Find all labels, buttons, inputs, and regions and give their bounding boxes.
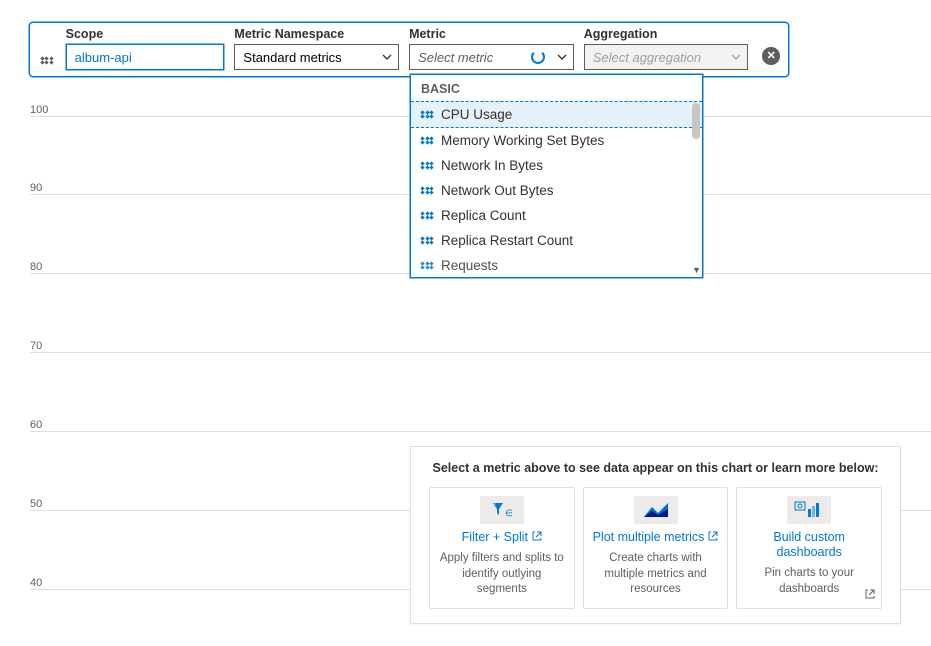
card-title: Filter + Split [462,530,542,545]
dropdown-item[interactable]: Network Out Bytes [411,178,702,203]
dropdown-section-header: BASIC [411,75,702,101]
remove-metric-button[interactable]: ✕ [762,47,780,65]
dropdown-item-label: Memory Working Set Bytes [441,133,604,148]
metric-namespace-selector[interactable]: Standard metrics [234,44,399,70]
card-desc: Pin charts to your dashboards [745,566,873,597]
series-icon [38,57,56,65]
scope-label: Scope [66,27,225,41]
dropdown-item[interactable]: Memory Working Set Bytes [411,128,702,153]
chevron-down-icon [731,52,741,62]
scope-value: album-api [75,50,132,65]
y-axis-tick-label: 50 [30,498,42,510]
card-title: Build custom dashboards [745,530,873,560]
card-title: Plot multiple metrics [593,530,719,545]
loading-spinner-icon [531,50,545,64]
y-axis-tick-label: 80 [30,261,42,273]
card-desc: Apply filters and splits to identify out… [438,551,566,598]
metric-icon [421,162,433,170]
dropdown-item[interactable]: Network In Bytes [411,153,702,178]
dropdown-item-label: Replica Count [441,208,526,223]
chart-icon [634,496,678,524]
aggregation-label: Aggregation [584,27,749,41]
dropdown-item[interactable]: Replica Restart Count [411,228,702,253]
dash-icon [787,496,831,524]
external-link-icon [865,589,875,602]
dropdown-item[interactable]: Requests [411,253,702,277]
y-axis-tick-label: 100 [30,104,48,116]
hint-panel: Select a metric above to see data appear… [410,446,901,624]
y-axis-tick-label: 40 [30,577,42,589]
chevron-down-icon [557,52,567,62]
scrollbar-thumb[interactable] [692,103,700,139]
y-axis-tick-label: 90 [30,182,42,194]
namespace-value: Standard metrics [243,50,341,65]
gridline [30,352,931,353]
hint-card[interactable]: Plot multiple metrics Create charts with … [583,487,729,609]
hint-title: Select a metric above to see data appear… [429,461,882,475]
y-axis-tick-label: 60 [30,419,42,431]
dropdown-item-label: Requests [441,258,498,273]
metric-label: Metric [409,27,574,41]
hint-card[interactable]: ∈ Filter + Split Apply filters and splits … [429,487,575,609]
metric-selector[interactable]: Select metric [409,44,574,70]
metric-icon [421,212,433,220]
metric-namespace-label: Metric Namespace [234,27,399,41]
filter-icon: ∈ [480,496,524,524]
scope-selector[interactable]: album-api [66,44,225,70]
dropdown-item-label: Network In Bytes [441,158,543,173]
dropdown-item[interactable]: Replica Count [411,203,702,228]
metric-icon [421,262,433,270]
aggregation-selector: Select aggregation [584,44,749,70]
svg-text:∈: ∈ [505,508,513,518]
dropdown-item-label: CPU Usage [441,107,512,122]
scrollbar-track[interactable] [692,103,700,275]
metric-placeholder: Select metric [418,50,493,65]
metric-icon [421,111,433,119]
external-link-icon [708,531,718,545]
gridline [30,431,931,432]
dropdown-item[interactable]: CPU Usage [411,101,702,128]
metric-icon [421,137,433,145]
card-desc: Create charts with multiple metrics and … [592,551,720,598]
hint-card[interactable]: Build custom dashboards Pin charts to you… [736,487,882,609]
y-axis-tick-label: 70 [30,340,42,352]
chevron-down-icon [382,52,392,62]
metric-icon [421,187,433,195]
metric-dropdown: BASIC ▲ CPU UsageMemory Working Set Byte… [410,74,703,278]
metric-selector-bar: Scope album-api Metric Namespace Standar… [29,22,789,77]
aggregation-placeholder: Select aggregation [593,50,701,65]
scroll-down-arrow-icon: ▼ [692,266,701,275]
dropdown-item-label: Replica Restart Count [441,233,573,248]
dropdown-item-label: Network Out Bytes [441,183,554,198]
metric-icon [421,237,433,245]
external-link-icon [532,531,542,545]
